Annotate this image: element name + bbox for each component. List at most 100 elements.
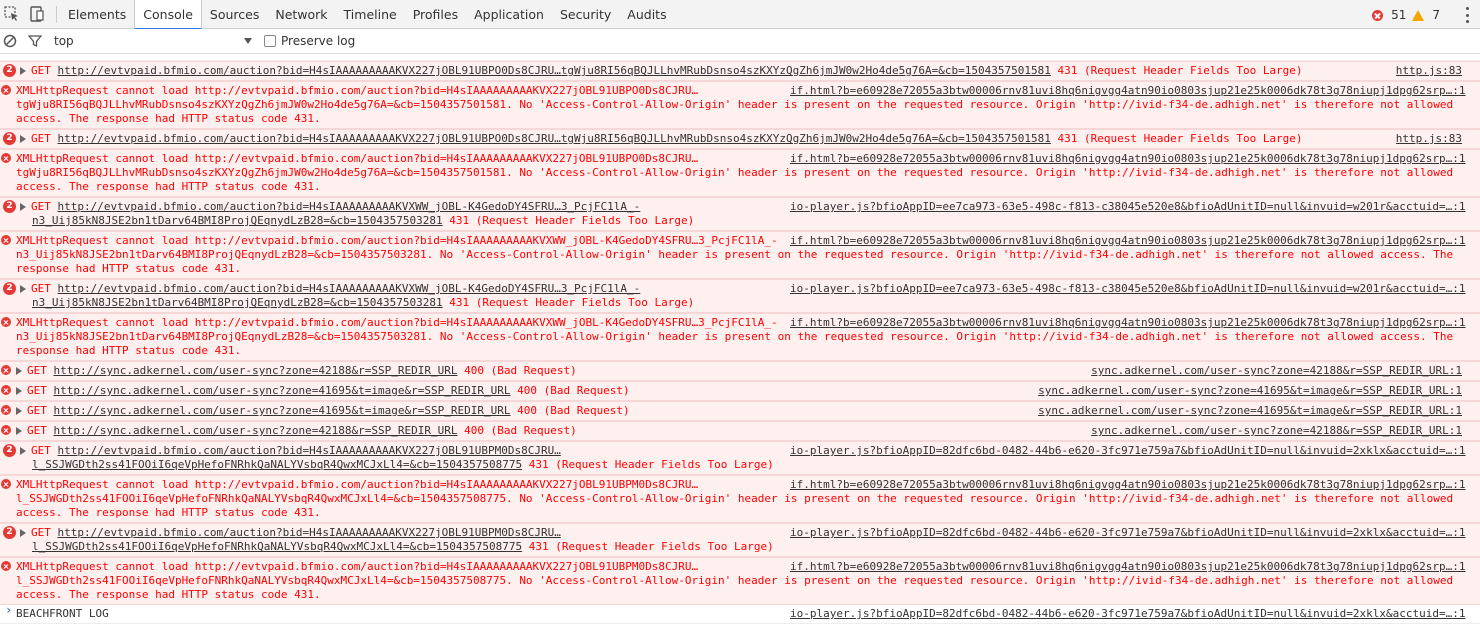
http-method: GET xyxy=(31,444,58,457)
source-link[interactable]: io-player.js?bfioAppID=82dfc6bd-0482-44b… xyxy=(790,444,1480,458)
request-url[interactable]: http://evtvpaid.bfmio.com/auction?bid=H4… xyxy=(58,526,561,539)
network-error-message[interactable]: sync.adkernel.com/user-sync?zone=41695&t… xyxy=(0,401,1480,421)
status-text: 431 (Request Header Fields Too Large) xyxy=(528,458,774,471)
http-method: GET xyxy=(27,364,54,377)
request-url[interactable]: http://evtvpaid.bfmio.com/auction?bid=H4… xyxy=(58,200,641,213)
request-url[interactable]: http://evtvpaid.bfmio.com/auction?bid=H4… xyxy=(58,132,1051,145)
request-error-message[interactable]: 2 io-player.js?bfioAppID=82dfc6bd-0482-44… xyxy=(0,441,1480,475)
expand-triangle-icon[interactable] xyxy=(20,203,26,211)
console-prompt[interactable]: › xyxy=(0,600,1480,624)
source-link[interactable]: if.html?b=e60928e72055a3btw00006rnv81uvi… xyxy=(790,234,1480,248)
console-filter-bar: top Preserve log xyxy=(0,29,1480,54)
xhr-error-message: if.html?b=e60928e72055a3btw00006rnv81uvi… xyxy=(0,475,1480,523)
expand-triangle-icon[interactable] xyxy=(20,529,26,537)
request-line-cont: n3_Uij85kN8JSE2bn1tDarv64BMI8ProjQEqnydL… xyxy=(20,214,1480,228)
expand-triangle-icon[interactable] xyxy=(16,427,22,435)
expand-triangle-icon[interactable] xyxy=(20,135,26,143)
error-text-line: l_SSJWGDth2ss41FOOiI6qeVpHefoFNRhkQaNALY… xyxy=(16,492,1454,505)
repeat-count-badge: 2 xyxy=(3,200,16,213)
error-text-line: access. The response had HTTP status cod… xyxy=(16,180,321,193)
expand-triangle-icon[interactable] xyxy=(20,67,26,75)
repeat-count-badge: 2 xyxy=(3,526,16,539)
source-link[interactable]: http.js:83 xyxy=(1396,64,1480,78)
request-line-cont: l_SSJWGDth2ss41FOOiI6qeVpHefoFNRhkQaNALY… xyxy=(20,458,1480,472)
error-icon xyxy=(1,85,11,95)
clear-console-icon[interactable] xyxy=(3,34,17,48)
request-url[interactable]: http://evtvpaid.bfmio.com/auction?bid=H4… xyxy=(58,282,641,295)
expand-triangle-icon[interactable] xyxy=(20,285,26,293)
expand-triangle-icon[interactable] xyxy=(16,407,22,415)
error-icon xyxy=(1,385,11,395)
error-icon xyxy=(1,479,11,489)
request-url[interactable]: http://sync.adkernel.com/user-sync?zone=… xyxy=(54,364,458,377)
source-link[interactable]: sync.adkernel.com/user-sync?zone=42188&r… xyxy=(1091,364,1480,378)
status-text: 431 (Request Header Fields Too Large) xyxy=(1057,64,1303,77)
repeat-count-badge: 2 xyxy=(3,132,16,145)
repeat-count-badge: 2 xyxy=(3,282,16,295)
error-text-line: tgWju8RI56qBQJLLhvMRubDsnso4szKXYzQgZh6j… xyxy=(16,166,1454,179)
request-url-cont[interactable]: l_SSJWGDth2ss41FOOiI6qeVpHefoFNRhkQaNALY… xyxy=(32,458,522,471)
tab-elements[interactable]: Elements xyxy=(60,0,134,29)
request-url-cont[interactable]: l_SSJWGDth2ss41FOOiI6qeVpHefoFNRhkQaNALY… xyxy=(32,540,522,553)
expand-triangle-icon[interactable] xyxy=(20,447,26,455)
request-error-message[interactable]: 2 io-player.js?bfioAppID=ee7ca973-63e5-49… xyxy=(0,197,1480,231)
request-url[interactable]: http://evtvpaid.bfmio.com/auction?bid=H4… xyxy=(58,444,561,457)
network-error-message[interactable]: sync.adkernel.com/user-sync?zone=42188&r… xyxy=(0,421,1480,441)
prompt-caret-icon: › xyxy=(5,603,13,617)
http-method: GET xyxy=(27,384,54,397)
xhr-error-message: if.html?b=e60928e72055a3btw00006rnv81uvi… xyxy=(0,231,1480,279)
tab-sources[interactable]: Sources xyxy=(202,0,267,29)
request-url[interactable]: http://sync.adkernel.com/user-sync?zone=… xyxy=(54,404,511,417)
expand-triangle-icon[interactable] xyxy=(16,367,22,375)
request-url-cont[interactable]: n3_Uij85kN8JSE2bn1tDarv64BMI8ProjQEqnydL… xyxy=(32,296,443,309)
status-text: 400 (Bad Request) xyxy=(464,364,577,377)
source-link[interactable]: if.html?b=e60928e72055a3btw00006rnv81uvi… xyxy=(790,84,1480,98)
tab-network[interactable]: Network xyxy=(267,0,335,29)
source-link[interactable]: if.html?b=e60928e72055a3btw00006rnv81uvi… xyxy=(790,560,1480,574)
inspect-element-icon[interactable] xyxy=(3,5,21,23)
context-selector[interactable]: top xyxy=(50,29,260,53)
error-text-line: response had HTTP status code 431. xyxy=(16,344,242,357)
request-url-cont[interactable]: n3_Uij85kN8JSE2bn1tDarv64BMI8ProjQEqnydL… xyxy=(32,214,443,227)
expand-triangle-icon[interactable] xyxy=(16,387,22,395)
source-link[interactable]: sync.adkernel.com/user-sync?zone=41695&t… xyxy=(1038,404,1480,418)
request-line-cont: l_SSJWGDth2ss41FOOiI6qeVpHefoFNRhkQaNALY… xyxy=(20,540,1480,554)
xhr-error-message: if.html?b=e60928e72055a3btw00006rnv81uvi… xyxy=(0,557,1480,605)
tab-profiles[interactable]: Profiles xyxy=(405,0,466,29)
toolbar-divider xyxy=(56,6,57,23)
status-text: 400 (Bad Request) xyxy=(464,424,577,437)
source-link[interactable]: if.html?b=e60928e72055a3btw00006rnv81uvi… xyxy=(790,478,1480,492)
tab-timeline[interactable]: Timeline xyxy=(336,0,405,29)
filter-icon[interactable] xyxy=(28,34,42,48)
issue-counts[interactable]: 51 7 xyxy=(1372,8,1440,22)
tab-console[interactable]: Console xyxy=(134,0,202,30)
request-error-message[interactable]: 2 io-player.js?bfioAppID=82dfc6bd-0482-44… xyxy=(0,523,1480,557)
source-link[interactable]: sync.adkernel.com/user-sync?zone=41695&t… xyxy=(1038,384,1480,398)
network-error-message[interactable]: sync.adkernel.com/user-sync?zone=42188&r… xyxy=(0,361,1480,381)
tab-security[interactable]: Security xyxy=(552,0,619,29)
tab-audits[interactable]: Audits xyxy=(619,0,674,29)
source-link[interactable]: http.js:83 xyxy=(1396,132,1480,146)
source-link[interactable]: io-player.js?bfioAppID=ee7ca973-63e5-498… xyxy=(790,200,1480,214)
http-method: GET xyxy=(27,404,54,417)
source-link[interactable]: io-player.js?bfioAppID=82dfc6bd-0482-44b… xyxy=(790,526,1480,540)
source-link[interactable]: sync.adkernel.com/user-sync?zone=42188&r… xyxy=(1091,424,1480,438)
request-url[interactable]: http://sync.adkernel.com/user-sync?zone=… xyxy=(54,424,458,437)
tab-application[interactable]: Application xyxy=(466,0,552,29)
warning-count-icon xyxy=(1412,9,1425,21)
more-options-icon[interactable] xyxy=(1466,7,1470,23)
preserve-log-checkbox[interactable] xyxy=(264,35,276,47)
preserve-log-toggle[interactable]: Preserve log xyxy=(264,34,355,48)
request-error-message[interactable]: 2 io-player.js?bfioAppID=ee7ca973-63e5-49… xyxy=(0,279,1480,313)
request-url[interactable]: http://evtvpaid.bfmio.com/auction?bid=H4… xyxy=(58,64,1051,77)
network-error-message[interactable]: sync.adkernel.com/user-sync?zone=41695&t… xyxy=(0,381,1480,401)
status-text: 431 (Request Header Fields Too Large) xyxy=(449,214,695,227)
request-error-message[interactable]: 2 http.js:83 GET http://evtvpaid.bfmio.com… xyxy=(0,129,1480,149)
source-link[interactable]: io-player.js?bfioAppID=ee7ca973-63e5-498… xyxy=(790,282,1480,296)
device-toolbar-icon[interactable] xyxy=(28,5,46,23)
error-icon xyxy=(1,561,11,571)
source-link[interactable]: if.html?b=e60928e72055a3btw00006rnv81uvi… xyxy=(790,152,1480,166)
request-url[interactable]: http://sync.adkernel.com/user-sync?zone=… xyxy=(54,384,511,397)
request-error-message[interactable]: 2 http.js:83 GET http://evtvpaid.bfmio.com… xyxy=(0,61,1480,81)
source-link[interactable]: if.html?b=e60928e72055a3btw00006rnv81uvi… xyxy=(790,316,1480,330)
